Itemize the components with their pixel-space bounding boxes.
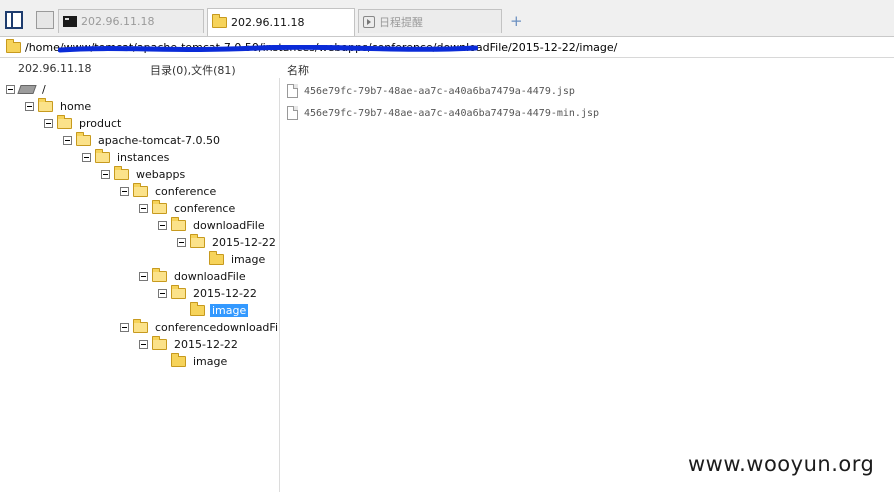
tree-node[interactable]: 2015-12-22: [177, 233, 278, 250]
tree-node[interactable]: /: [6, 81, 48, 97]
drive-icon: [17, 84, 37, 94]
tab-label: 202.96.11.18: [81, 15, 155, 28]
tree-node-label: apache-tomcat-7.0.50: [98, 133, 221, 147]
tree-node[interactable]: apache-tomcat-7.0.50: [63, 131, 222, 148]
name-column-header[interactable]: 名称: [287, 62, 309, 78]
folder-icon: [190, 233, 205, 248]
calendar-icon: [363, 15, 375, 28]
tree-node[interactable]: downloadFile: [158, 216, 267, 233]
collapse-toggle-icon[interactable]: [6, 84, 15, 94]
folder-icon: [152, 335, 167, 350]
folder-icon: [212, 14, 227, 28]
tree-node[interactable]: 2015-12-22: [158, 284, 259, 301]
folder-icon: [209, 250, 224, 265]
tree-node[interactable]: instances: [82, 148, 171, 165]
collapse-toggle-icon[interactable]: [44, 118, 53, 128]
file-name: 456e79fc-79b7-48ae-aa7c-a40a6ba7479a-447…: [304, 85, 575, 97]
panel-toggle-button[interactable]: [5, 11, 23, 29]
collapse-toggle-icon[interactable]: [25, 101, 34, 111]
tree-node[interactable]: downloadFile: [139, 267, 248, 284]
tree-node[interactable]: 2015-12-22: [139, 335, 240, 352]
tab-label: 202.96.11.18: [231, 16, 305, 29]
folder-icon: [57, 114, 72, 129]
tree-node[interactable]: conference: [120, 182, 218, 199]
folder-icon: [6, 38, 21, 53]
tree-node-label: image: [231, 252, 266, 266]
collapse-toggle-icon[interactable]: [158, 288, 167, 298]
tab-file-manager[interactable]: 202.96.11.18: [207, 8, 355, 36]
tree-node-label: image: [193, 354, 228, 368]
tree-node-label: conference: [155, 184, 217, 198]
collapse-toggle-icon[interactable]: [139, 339, 148, 349]
tree-node-label: 2015-12-22: [212, 235, 276, 249]
tree-node-label: downloadFile: [174, 269, 246, 283]
tree-node[interactable]: home: [25, 97, 93, 114]
folder-icon: [38, 97, 53, 112]
folder-icon: [171, 216, 186, 231]
tree-node[interactable]: image: [158, 352, 229, 369]
pane-header: 202.96.11.18 目录(0),文件(81) 名称: [0, 58, 894, 78]
tree-node[interactable]: image: [177, 301, 249, 318]
tree-node-label: conference: [174, 201, 236, 215]
tab-label: 日程提醒: [379, 15, 423, 29]
collapse-toggle-icon[interactable]: [120, 186, 129, 196]
tree-node-label: image: [210, 303, 249, 317]
collapse-toggle-icon[interactable]: [177, 237, 186, 247]
add-tab-button[interactable]: +: [510, 12, 523, 30]
tree-node-label: webapps: [136, 167, 186, 181]
tree-node-label: product: [79, 116, 122, 130]
tree-node[interactable]: product: [44, 114, 123, 131]
file-icon: [287, 106, 298, 120]
tree-node-label: downloadFile: [193, 218, 265, 232]
tab-terminal[interactable]: 202.96.11.18: [58, 9, 204, 33]
collapse-toggle-icon[interactable]: [139, 271, 148, 281]
watermark: www.wooyun.org: [688, 452, 875, 476]
folder-icon: [152, 199, 167, 214]
file-name: 456e79fc-79b7-48ae-aa7c-a40a6ba7479a-447…: [304, 107, 600, 119]
tree-node[interactable]: conferencedownloadFile: [120, 318, 280, 335]
collapse-toggle-icon[interactable]: [82, 152, 91, 162]
tree-node[interactable]: webapps: [101, 165, 187, 182]
folder-icon: [190, 301, 205, 316]
collapse-toggle-icon[interactable]: [63, 135, 72, 145]
folder-icon: [95, 148, 110, 163]
collapse-toggle-icon[interactable]: [101, 169, 110, 179]
path-bar: [0, 37, 894, 58]
collapse-toggle-icon[interactable]: [120, 322, 129, 332]
tab-schedule[interactable]: 日程提醒: [358, 9, 502, 33]
tree-node-label: home: [60, 99, 92, 113]
tree-node-label: 2015-12-22: [193, 286, 257, 300]
file-list: 456e79fc-79b7-48ae-aa7c-a40a6ba7479a-447…: [281, 78, 894, 492]
folder-icon: [114, 165, 129, 180]
folder-icon: [133, 318, 148, 333]
tab-bar: 202.96.11.18 202.96.11.18 日程提醒 +: [0, 0, 894, 37]
path-input[interactable]: [25, 39, 845, 55]
folder-icon: [171, 352, 186, 367]
dir-file-count: 目录(0),文件(81): [150, 64, 236, 77]
collapse-toggle-icon[interactable]: [158, 220, 167, 230]
folder-icon: [133, 182, 148, 197]
file-row[interactable]: 456e79fc-79b7-48ae-aa7c-a40a6ba7479a-447…: [287, 103, 599, 123]
tree-node-label: 2015-12-22: [174, 337, 238, 351]
folder-icon: [76, 131, 91, 146]
file-row[interactable]: 456e79fc-79b7-48ae-aa7c-a40a6ba7479a-447…: [287, 81, 575, 101]
folder-icon: [152, 267, 167, 282]
tree-node-label: /: [42, 82, 46, 96]
folder-icon: [171, 284, 186, 299]
directory-tree: / home product apache-tomcat-7.0.50 instance…: [0, 78, 280, 492]
host-label: 202.96.11.18: [18, 62, 92, 75]
blank-tab-button[interactable]: [36, 11, 54, 29]
tree-node-label: instances: [117, 150, 170, 164]
tree-node-label: conferencedownloadFile: [155, 320, 280, 334]
terminal-icon: [63, 16, 77, 27]
collapse-toggle-icon[interactable]: [139, 203, 148, 213]
tree-node[interactable]: image: [196, 250, 267, 267]
tree-node[interactable]: conference: [139, 199, 237, 216]
file-icon: [287, 84, 298, 98]
